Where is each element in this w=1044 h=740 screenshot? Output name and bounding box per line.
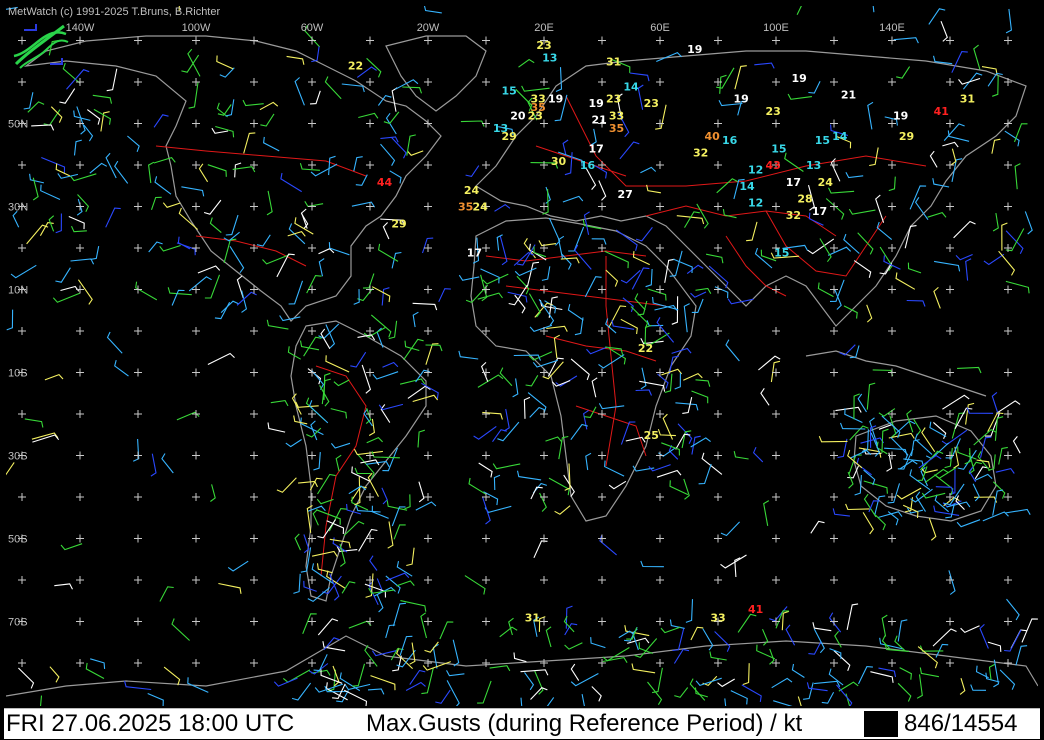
gust-label[interactable]: 15 <box>502 84 517 97</box>
latitude-label: 70S <box>8 617 28 629</box>
longitude-label: 140W <box>66 22 95 34</box>
gust-label[interactable]: 33 <box>609 109 624 122</box>
gust-label[interactable]: 29 <box>502 130 517 143</box>
gust-label[interactable]: 14 <box>832 130 848 143</box>
gust-label[interactable]: 19 <box>548 93 563 106</box>
gust-label[interactable]: 29 <box>391 217 406 230</box>
gust-label[interactable]: 43 <box>765 159 780 172</box>
gust-label[interactable]: 21 <box>841 89 856 102</box>
latitude-label: 50S <box>8 534 28 546</box>
latitude-label: 30N <box>8 202 28 214</box>
gust-label[interactable]: 31 <box>606 55 621 68</box>
metwatch-logo-icon <box>13 24 69 69</box>
gust-label[interactable]: 25 <box>644 429 659 442</box>
gust-label[interactable]: 30 <box>551 155 567 168</box>
latitude-label: 50N <box>8 119 28 131</box>
gust-label[interactable]: 12 <box>748 197 763 210</box>
longitude-label: 60E <box>650 22 670 34</box>
gust-label[interactable]: 20 <box>510 109 526 122</box>
gust-label[interactable]: 14 <box>739 180 755 193</box>
gust-label[interactable]: 13 <box>806 159 821 172</box>
gust-label[interactable]: 23 <box>536 39 551 52</box>
gust-label[interactable]: 41 <box>934 105 949 118</box>
gust-label[interactable]: 32 <box>786 209 801 222</box>
gust-label[interactable]: 19 <box>589 97 604 110</box>
latitude-label: 10N <box>8 285 28 297</box>
gust-label[interactable]: 19 <box>734 93 749 106</box>
status-station-count: 846/14554 <box>904 710 1018 737</box>
status-datetime: FRI 27.06.2025 18:00 UTC <box>6 710 295 737</box>
gust-label[interactable]: 23 <box>644 97 659 110</box>
gust-label[interactable]: 32 <box>693 147 708 160</box>
status-color-box <box>864 711 898 737</box>
map-window: 140W 100W 60W 20W 20E 60E 100E 140E 50N 30N 10N 10S… <box>0 0 1044 740</box>
gust-label[interactable]: 17 <box>812 205 827 218</box>
gust-label[interactable]: 40 <box>705 130 721 143</box>
gust-label[interactable]: 19 <box>687 43 702 56</box>
longitude-label: 140E <box>879 22 905 34</box>
gust-label[interactable]: 33 <box>710 612 725 625</box>
world-map[interactable]: 140W 100W 60W 20W 20E 60E 100E 140E 50N 30N 10N 10S… <box>6 6 1038 706</box>
gust-label[interactable]: 15 <box>815 134 830 147</box>
gust-label[interactable]: 17 <box>467 246 482 259</box>
gust-label[interactable]: 23 <box>606 93 621 106</box>
gust-label[interactable]: 17 <box>589 143 604 156</box>
gust-label[interactable]: 22 <box>348 60 363 73</box>
longitude-label: 100W <box>182 22 211 34</box>
gust-label[interactable]: 28 <box>797 192 812 205</box>
gust-label[interactable]: 24 <box>464 184 480 197</box>
gust-label[interactable]: 19 <box>893 109 908 122</box>
gust-label[interactable]: 31 <box>525 612 540 625</box>
gust-label[interactable]: 24 <box>818 176 834 189</box>
copyright-text: MetWatch (c) 1991-2025 T.Bruns, B.Richte… <box>8 6 221 18</box>
status-product: Max.Gusts (during Reference Period) / kt <box>366 710 803 737</box>
latitude-label: 10S <box>8 368 28 380</box>
gust-label[interactable]: 35 <box>458 201 473 214</box>
gust-label[interactable]: 21 <box>591 114 606 127</box>
longitude-label: 100E <box>763 22 789 34</box>
gust-label[interactable]: 44 <box>377 176 393 189</box>
longitude-label: 60W <box>301 22 324 34</box>
gust-label[interactable]: 22 <box>638 342 653 355</box>
gust-label[interactable]: 19 <box>792 72 807 85</box>
gust-label[interactable]: 14 <box>623 80 639 93</box>
gust-label[interactable]: 15 <box>771 143 786 156</box>
gust-label[interactable]: 41 <box>748 603 763 616</box>
gust-label[interactable]: 27 <box>618 188 633 201</box>
gust-label[interactable]: 23 <box>528 109 543 122</box>
gust-label[interactable]: 16 <box>722 134 738 147</box>
gust-label[interactable]: 29 <box>899 130 914 143</box>
longitude-label: 20E <box>534 22 554 34</box>
gust-label[interactable]: 23 <box>765 105 780 118</box>
gust-label[interactable]: 12 <box>748 163 763 176</box>
gust-label[interactable]: 31 <box>960 93 975 106</box>
longitude-label: 20W <box>417 22 440 34</box>
gust-label[interactable]: 13 <box>542 51 557 64</box>
gust-label[interactable]: 35 <box>609 122 624 135</box>
gust-label[interactable]: 24 <box>473 201 489 214</box>
gust-label[interactable]: 16 <box>580 159 596 172</box>
latitude-label: 30S <box>8 451 28 463</box>
gust-label[interactable]: 17 <box>786 176 801 189</box>
gust-label[interactable]: 15 <box>774 246 789 259</box>
status-bar: FRI 27.06.2025 18:00 UTC Max.Gusts (duri… <box>4 708 1040 739</box>
